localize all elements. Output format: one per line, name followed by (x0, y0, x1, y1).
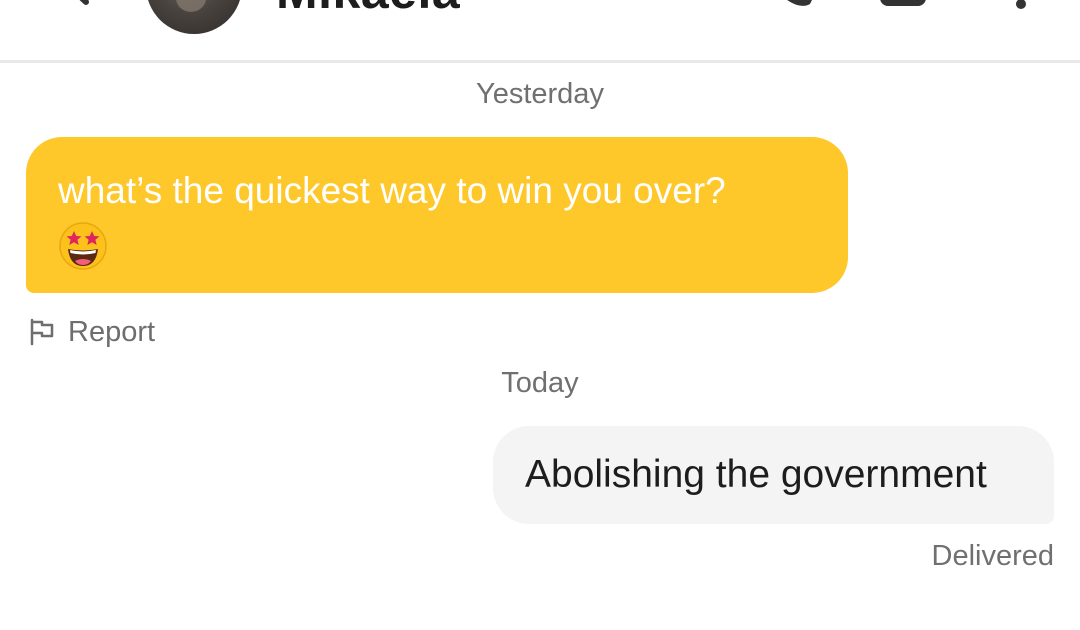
delivery-status: Delivered (931, 540, 1055, 572)
phone-icon (787, 0, 812, 6)
report-button[interactable]: Report (28, 312, 155, 352)
chat-screen: Mikaela Yesterday what’s the quickest wa… (0, 0, 1080, 630)
flag-icon (30, 318, 54, 346)
video-call-button[interactable] (878, 0, 930, 8)
call-button[interactable] (760, 0, 816, 12)
chat-header: Mikaela (0, 0, 1080, 63)
back-button[interactable] (52, 0, 102, 10)
video-camera-icon (880, 0, 926, 6)
more-vertical-icon (1016, 0, 1026, 9)
report-label: Report (68, 315, 156, 348)
more-options-button[interactable] (1006, 0, 1036, 12)
outgoing-message-text: Abolishing the government (525, 453, 987, 496)
outgoing-message-bubble[interactable]: Abolishing the government (493, 426, 1054, 524)
star-struck-emoji-icon (59, 222, 107, 270)
contact-name[interactable]: Mikaela (276, 0, 460, 20)
day-separator-today: Today (501, 367, 579, 399)
chevron-left-icon (79, 0, 89, 5)
day-separator-yesterday: Yesterday (476, 78, 604, 110)
avatar[interactable] (146, 0, 242, 34)
incoming-message-bubble[interactable]: what’s the quickest way to win you over? (26, 137, 848, 293)
incoming-message-text: what’s the quickest way to win you over? (58, 170, 726, 211)
